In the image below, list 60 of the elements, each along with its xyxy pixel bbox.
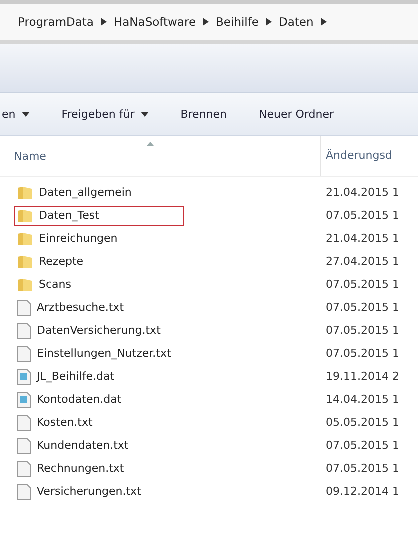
- column-header[interactable]: Änderungsd: [320, 136, 418, 176]
- date-cell-text: 05.05.2015 1: [325, 416, 400, 429]
- toolbar-button[interactable]: Neuer Ordner: [257, 108, 336, 120]
- file-name-cell[interactable]: Kontodaten.dat: [14, 390, 184, 410]
- date-cell-text: 21.04.2015 1: [325, 186, 400, 199]
- document-icon: [17, 438, 31, 454]
- date-cell-text: 07.05.2015 1: [325, 462, 400, 475]
- data-file-icon: [17, 392, 31, 408]
- caret-icon: [140, 112, 149, 116]
- address-bar[interactable]: ProgramData HaNaSoftware Beihilfe Daten: [0, 0, 418, 44]
- date-cell-text: 07.05.2015 1: [325, 347, 400, 360]
- folder-icon: [17, 186, 33, 200]
- date-cell-text: 07.05.2015 1: [325, 278, 400, 291]
- file-name-cell[interactable]: Kosten.txt: [14, 412, 184, 432]
- file-name-cell[interactable]: Arztbesuche.txt: [14, 298, 184, 318]
- chevron-icon[interactable]: [266, 18, 272, 26]
- folder-icon: [17, 232, 33, 246]
- data-file-icon: [17, 368, 31, 384]
- document-icon: [17, 322, 31, 338]
- breadcrumb-item[interactable]: ProgramData: [18, 15, 94, 29]
- file-name-cell[interactable]: Scans: [14, 274, 184, 294]
- file-name-cell[interactable]: Rechnungen.txt: [14, 458, 184, 478]
- folder-icon: [17, 208, 33, 222]
- date-cell-text: 07.05.2015 1: [325, 439, 400, 452]
- file-name-cell[interactable]: Daten_allgemein: [14, 182, 184, 202]
- file-name-cell[interactable]: Einstellungen_Nutzer.txt: [14, 344, 184, 364]
- toolbar-button[interactable]: en: [0, 108, 32, 120]
- sort-icon: [147, 142, 154, 146]
- file-name-cell[interactable]: DatenVersicherung.txt: [14, 320, 184, 340]
- document-icon: [17, 346, 31, 362]
- file-name-cell[interactable]: Versicherungen.txt: [14, 482, 184, 502]
- file-name-cell[interactable]: Einreichungen: [14, 228, 184, 248]
- column-header[interactable]: Name: [14, 150, 46, 162]
- folder-icon: [17, 254, 33, 268]
- folder-icon: [17, 278, 33, 292]
- date-cell-text: 21.04.2015 1: [325, 232, 400, 245]
- date-cell-text: 14.04.2015 1: [325, 393, 400, 406]
- date-cell-text: 09.12.2014 1: [325, 485, 400, 498]
- caret-icon: [22, 112, 30, 116]
- date-cell-text: 07.05.2015 1: [325, 324, 400, 337]
- toolbar-button[interactable]: Freigeben für: [60, 108, 151, 120]
- date-cell-text: 19.11.2014 2: [325, 370, 400, 383]
- document-icon: [17, 484, 31, 500]
- breadcrumb-item[interactable]: HaNaSoftware: [114, 15, 196, 29]
- date-cell-text: 07.05.2015 1: [325, 301, 400, 314]
- chevron-icon[interactable]: [203, 18, 210, 26]
- breadcrumb-item[interactable]: Daten: [279, 15, 314, 29]
- file-name-cell[interactable]: Rezepte: [14, 252, 184, 272]
- file-name-cell[interactable]: Kundendaten.txt: [14, 436, 184, 456]
- document-icon: [17, 414, 31, 430]
- document-icon: [17, 300, 31, 316]
- date-cell-text: 27.04.2015 1: [325, 255, 400, 268]
- file-name-cell[interactable]: JL_Beihilfe.dat: [14, 366, 184, 386]
- date-cell-text: 07.05.2015 1: [325, 209, 400, 222]
- toolbar-button[interactable]: Brennen: [178, 108, 229, 120]
- document-icon: [17, 460, 31, 476]
- chevron-icon[interactable]: [100, 18, 107, 26]
- breadcrumb-item[interactable]: Beihilfe: [216, 15, 259, 29]
- chevron-icon[interactable]: [320, 18, 327, 26]
- file-name-cell[interactable]: Daten_Test: [14, 206, 184, 226]
